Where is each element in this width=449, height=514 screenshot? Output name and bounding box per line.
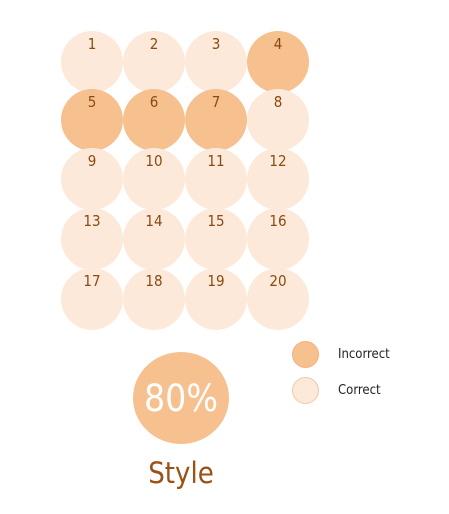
question-number: 11	[207, 152, 225, 170]
question-number: 16	[269, 212, 287, 230]
question-circle: 7	[185, 89, 247, 151]
question-circle: 20	[247, 268, 309, 330]
incorrect-swatch-icon	[292, 341, 319, 368]
question-circle: 13	[61, 208, 123, 270]
question-number: 13	[83, 212, 101, 230]
question-circle: 14	[123, 208, 185, 270]
question-number: 3	[211, 35, 221, 53]
question-circle: 12	[247, 148, 309, 210]
category-title: Style	[148, 456, 214, 490]
question-circle: 15	[185, 208, 247, 270]
question-number: 4	[273, 35, 283, 53]
score-badge: 80%	[133, 352, 229, 444]
question-circle: 10	[123, 148, 185, 210]
question-circle: 6	[123, 89, 185, 151]
question-circle: 17	[61, 268, 123, 330]
question-number: 19	[207, 272, 225, 290]
question-number: 9	[87, 152, 97, 170]
question-number: 7	[211, 93, 221, 111]
question-number: 17	[83, 272, 101, 290]
question-number: 20	[269, 272, 287, 290]
question-number: 18	[145, 272, 163, 290]
question-number: 2	[149, 35, 159, 53]
question-number: 10	[145, 152, 163, 170]
legend-correct-label: Correct	[338, 383, 381, 398]
question-circle: 4	[247, 31, 309, 93]
question-number: 8	[273, 93, 283, 111]
correct-swatch-icon	[292, 377, 319, 404]
question-circle: 5	[61, 89, 123, 151]
question-circle: 19	[185, 268, 247, 330]
question-circle: 1	[61, 31, 123, 93]
legend-incorrect: Incorrect	[292, 341, 390, 368]
question-number: 1	[87, 35, 97, 53]
question-circle: 11	[185, 148, 247, 210]
question-circle: 16	[247, 208, 309, 270]
question-circle: 2	[123, 31, 185, 93]
question-number: 12	[269, 152, 287, 170]
question-circle: 9	[61, 148, 123, 210]
question-circle: 3	[185, 31, 247, 93]
question-number: 5	[87, 93, 97, 111]
question-number: 14	[145, 212, 163, 230]
question-number: 6	[149, 93, 159, 111]
legend-correct: Correct	[292, 377, 381, 404]
legend-incorrect-label: Incorrect	[338, 347, 390, 362]
question-circle: 8	[247, 89, 309, 151]
question-grid: 1 2 3 4 5 6 7 8 9 10 11 12 13 14 15 16 17 18 19 20	[0, 0, 449, 340]
question-circle: 18	[123, 268, 185, 330]
question-number: 15	[207, 212, 225, 230]
score-value: 80%	[144, 376, 218, 420]
